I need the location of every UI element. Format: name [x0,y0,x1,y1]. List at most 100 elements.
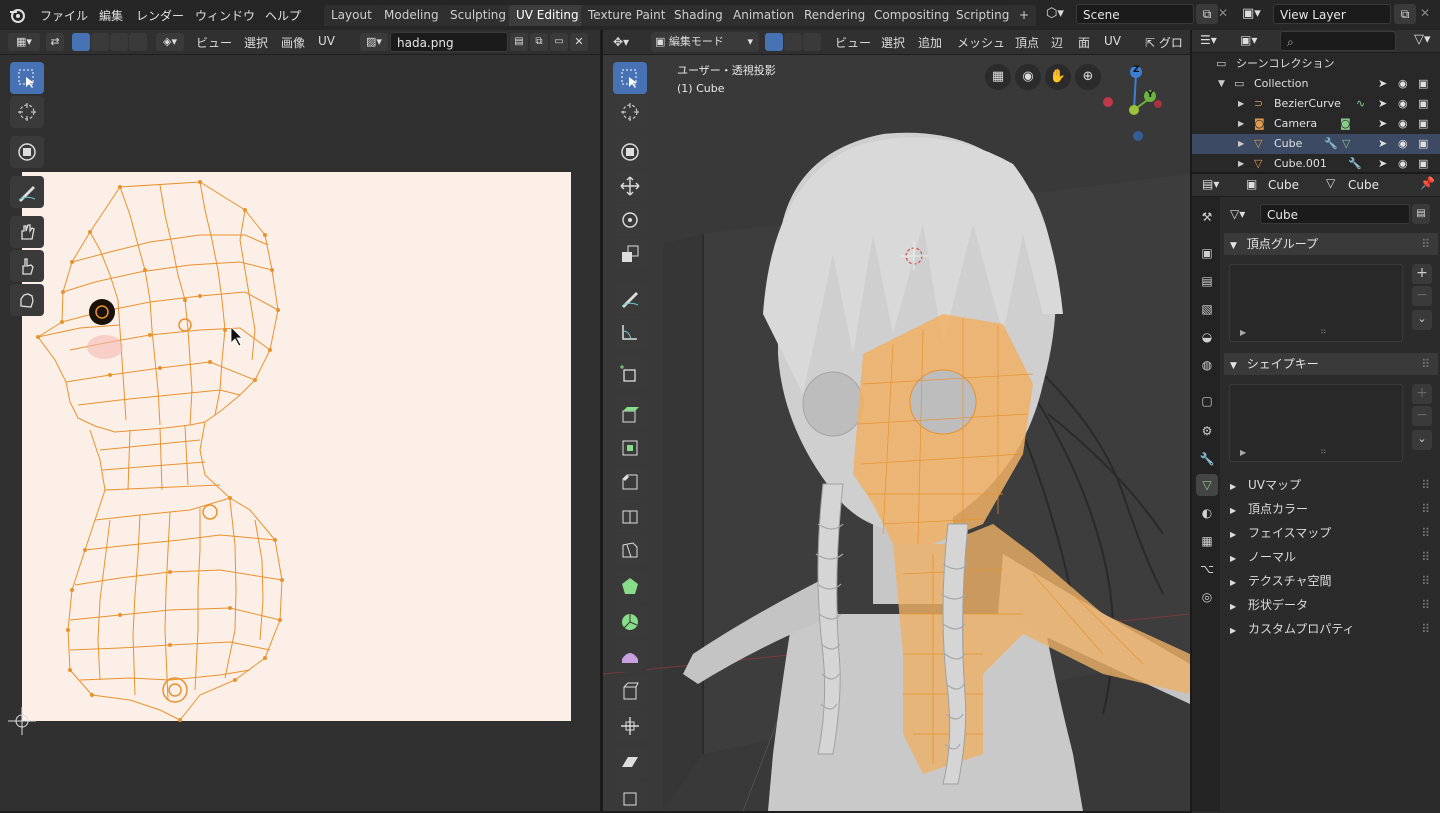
list-expand-icon[interactable]: ▶ [1240,328,1246,337]
render-camera-icon[interactable]: ▣ [1418,134,1428,154]
scene-close-icon[interactable]: ✕ [1218,6,1228,20]
camera-view-icon[interactable]: ◉ [1015,64,1041,90]
drag-handle-icon[interactable]: ⠿ [1421,618,1430,640]
tab-uv-editing[interactable]: UV Editing [509,5,586,26]
render-camera-icon[interactable]: ▣ [1418,114,1428,134]
poly-build-tool[interactable] [613,570,647,602]
section-face-maps[interactable]: ▶ フェイスマップ ⠿ [1224,522,1438,544]
properties-type-icon[interactable]: ▤▾ [1202,177,1219,191]
uv-grab-tool[interactable] [10,216,44,248]
add-cube-tool[interactable] [613,358,647,390]
visibility-eye-icon[interactable]: ◉ [1398,114,1408,134]
section-vertex-colors[interactable]: ▶ 頂点カラー ⠿ [1224,498,1438,520]
shape-key-specials-button[interactable]: ⌄ [1412,430,1432,450]
smooth-tool[interactable] [613,640,647,672]
select-arrow-icon[interactable]: ➤ [1378,114,1387,134]
material-tab-icon[interactable]: ◐ [1196,502,1218,524]
uv-pinch-tool[interactable] [10,284,44,316]
mesh-data-tab-icon[interactable]: ▽ [1196,474,1218,496]
filter-icon[interactable]: ▽▾ [1414,32,1431,47]
uv-mesh-wireframe[interactable] [0,30,600,811]
visibility-eye-icon[interactable]: ◉ [1398,94,1408,114]
select-arrow-icon[interactable]: ➤ [1378,74,1387,94]
spin-tool[interactable] [613,606,647,638]
rotate-tool[interactable] [613,204,647,236]
outliner-collection[interactable]: ▼ ▭ Collection ➤ ◉ ▣ [1192,74,1440,94]
mesh-browse-icon[interactable]: ▽▾ [1230,204,1258,224]
display-mode-icon[interactable]: ▣▾ [1240,33,1257,47]
viewport-menu-select[interactable]: 選択 [881,34,905,51]
properties-object-name[interactable]: Cube [1268,178,1299,192]
properties-mesh-name[interactable]: Cube [1348,178,1379,192]
uv-annotate-tool[interactable] [10,176,44,208]
viewport-menu-edge[interactable]: 辺 [1051,34,1063,51]
tab-modeling[interactable]: Modeling [377,5,446,26]
knife-tool[interactable] [613,534,647,566]
particles-tab-icon[interactable]: 🔧 [1196,448,1218,470]
drag-handle-icon[interactable]: ⠿ [1421,522,1430,544]
tab-animation[interactable]: Animation [726,5,802,26]
vertex-group-specials-button[interactable]: ⌄ [1412,310,1432,330]
toggle-camera-icon[interactable]: ▦ [985,64,1011,90]
pan-view-icon[interactable]: ✋ [1045,64,1071,90]
shape-keys-list[interactable]: ▶ ⠶ [1229,384,1403,462]
tool-tab-icon[interactable]: ⚒ [1196,206,1218,228]
vertex-mode-icon[interactable] [765,33,783,51]
section-geometry-data[interactable]: ▶ 形状データ ⠿ [1224,594,1438,616]
outliner-item-cube[interactable]: ▶ ▽ Cube 🔧 ▽ ➤ ◉ ▣ [1192,134,1440,154]
world-tab-icon[interactable]: ◍ [1196,354,1218,376]
select-arrow-icon[interactable]: ➤ [1378,134,1387,154]
view-layer-field[interactable]: View Layer [1273,4,1391,24]
tab-layout[interactable]: Layout [324,5,379,26]
view-layer-icon[interactable]: ▣▾ [1242,6,1261,21]
section-uv-maps[interactable]: ▶ UVマップ ⠿ [1224,474,1438,496]
scene-copy-icon[interactable]: ⧉ [1196,4,1218,24]
outliner-item-cube-001[interactable]: ▶ ▽ Cube.001 🔧 ➤ ◉ ▣ [1192,154,1440,172]
constraint-tab-icon[interactable]: ⌥ [1196,558,1218,580]
scale-tool[interactable] [613,238,647,270]
vertex-groups-list[interactable]: ▶ ⠶ [1229,264,1403,342]
tab-sculpting[interactable]: Sculpting [443,5,514,26]
tab-compositing[interactable]: Compositing [867,5,957,26]
add-workspace-button[interactable]: + [1012,5,1037,26]
fake-user-icon[interactable]: ▤ [1412,204,1430,224]
visibility-eye-icon[interactable]: ◉ [1398,134,1408,154]
visibility-eye-icon[interactable]: ◉ [1398,74,1408,94]
viewport-menu-vertex[interactable]: 頂点 [1015,34,1039,51]
blender-logo-icon[interactable] [8,6,26,24]
view-layer-copy-icon[interactable]: ⧉ [1394,4,1416,24]
outliner-item-camera[interactable]: ▶ ◙ Camera ◙ ➤ ◉ ▣ [1192,114,1440,134]
extrude-tool[interactable] [613,398,647,430]
view-layer-tab-icon[interactable]: ▧ [1196,298,1218,320]
drag-handle-icon[interactable]: ⠿ [1421,353,1430,375]
remove-vertex-group-button[interactable]: − [1412,286,1432,306]
shear-tool[interactable] [613,746,647,778]
visibility-eye-icon[interactable]: ◉ [1398,154,1408,172]
mesh-data-field[interactable]: Cube [1260,204,1410,224]
measure-tool[interactable] [613,316,647,348]
outliner-type-icon[interactable]: ☰▾ [1200,33,1217,47]
texture-tab-icon[interactable]: ▦ [1196,530,1218,552]
viewport-menu-global[interactable]: ⇱ グロ [1145,34,1183,51]
tab-shading[interactable]: Shading [667,5,730,26]
drag-handle-icon[interactable]: ⠿ [1421,474,1430,496]
menu-window[interactable]: ウィンドウ [195,7,255,24]
view-layer-close-icon[interactable]: ✕ [1420,6,1430,20]
edge-mode-icon[interactable] [784,33,802,51]
section-texture-space[interactable]: ▶ テクスチャ空間 ⠿ [1224,570,1438,592]
shrink-fatten-tool[interactable] [613,710,647,742]
drag-handle-icon[interactable]: ⠿ [1421,594,1430,616]
outliner-scene-collection[interactable]: ▭ シーンコレクション [1192,54,1440,74]
scene-tab-icon[interactable]: ◒ [1196,326,1218,348]
viewport-menu-view[interactable]: ビュー [835,34,871,51]
object-tab-icon[interactable]: ▢ [1196,390,1218,412]
menu-render[interactable]: レンダー [136,7,184,24]
uv-transform-tool[interactable] [10,136,44,168]
select-arrow-icon[interactable]: ➤ [1378,154,1387,172]
menu-file[interactable]: ファイル [40,7,88,24]
list-resize-icon[interactable]: ⠶ [1320,327,1327,337]
uv-select-box-tool[interactable] [10,62,44,94]
drag-handle-icon[interactable]: ⠿ [1421,233,1430,255]
uv-cursor-tool[interactable] [10,96,44,128]
add-vertex-group-button[interactable]: + [1412,264,1432,284]
